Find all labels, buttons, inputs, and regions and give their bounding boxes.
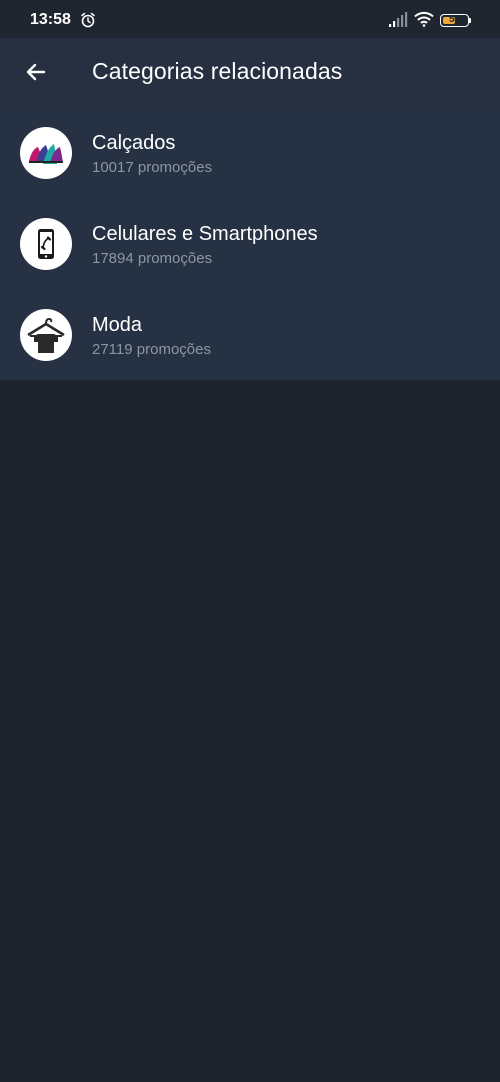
category-count: 27119 promoções [92, 341, 211, 358]
arrow-left-icon [26, 63, 46, 81]
back-button[interactable] [16, 52, 56, 92]
hanger-shirt-icon [20, 309, 72, 361]
category-title: Moda [92, 314, 143, 336]
category-title: Calçados [92, 132, 176, 154]
page-title: Categorias relacionadas [92, 58, 343, 84]
category-count: 17894 promoções [92, 250, 213, 267]
battery-percent: 54 [448, 14, 461, 25]
category-list: Calçados 10017 promoções Celulares e Sma… [0, 108, 500, 380]
signal-icon [388, 12, 408, 33]
battery-icon: 54 [440, 14, 469, 27]
status-time: 13:58 [30, 11, 71, 28]
wifi-icon [414, 11, 434, 32]
list-item-celulares[interactable]: Celulares e Smartphones 17894 promoções [0, 199, 500, 290]
category-title: Celulares e Smartphones [92, 223, 318, 245]
list-item-calcados[interactable]: Calçados 10017 promoções [0, 108, 500, 199]
list-item-moda[interactable]: Moda 27119 promoções [0, 290, 500, 381]
app-bar: Categorias relacionadas [0, 38, 500, 108]
alarm-icon [80, 12, 96, 33]
status-bar: 13:58 54 [0, 0, 500, 38]
smartphone-icon [20, 218, 72, 270]
category-count: 10017 promoções [92, 159, 213, 176]
battery-nub [469, 18, 471, 23]
shoes-image [20, 127, 72, 179]
